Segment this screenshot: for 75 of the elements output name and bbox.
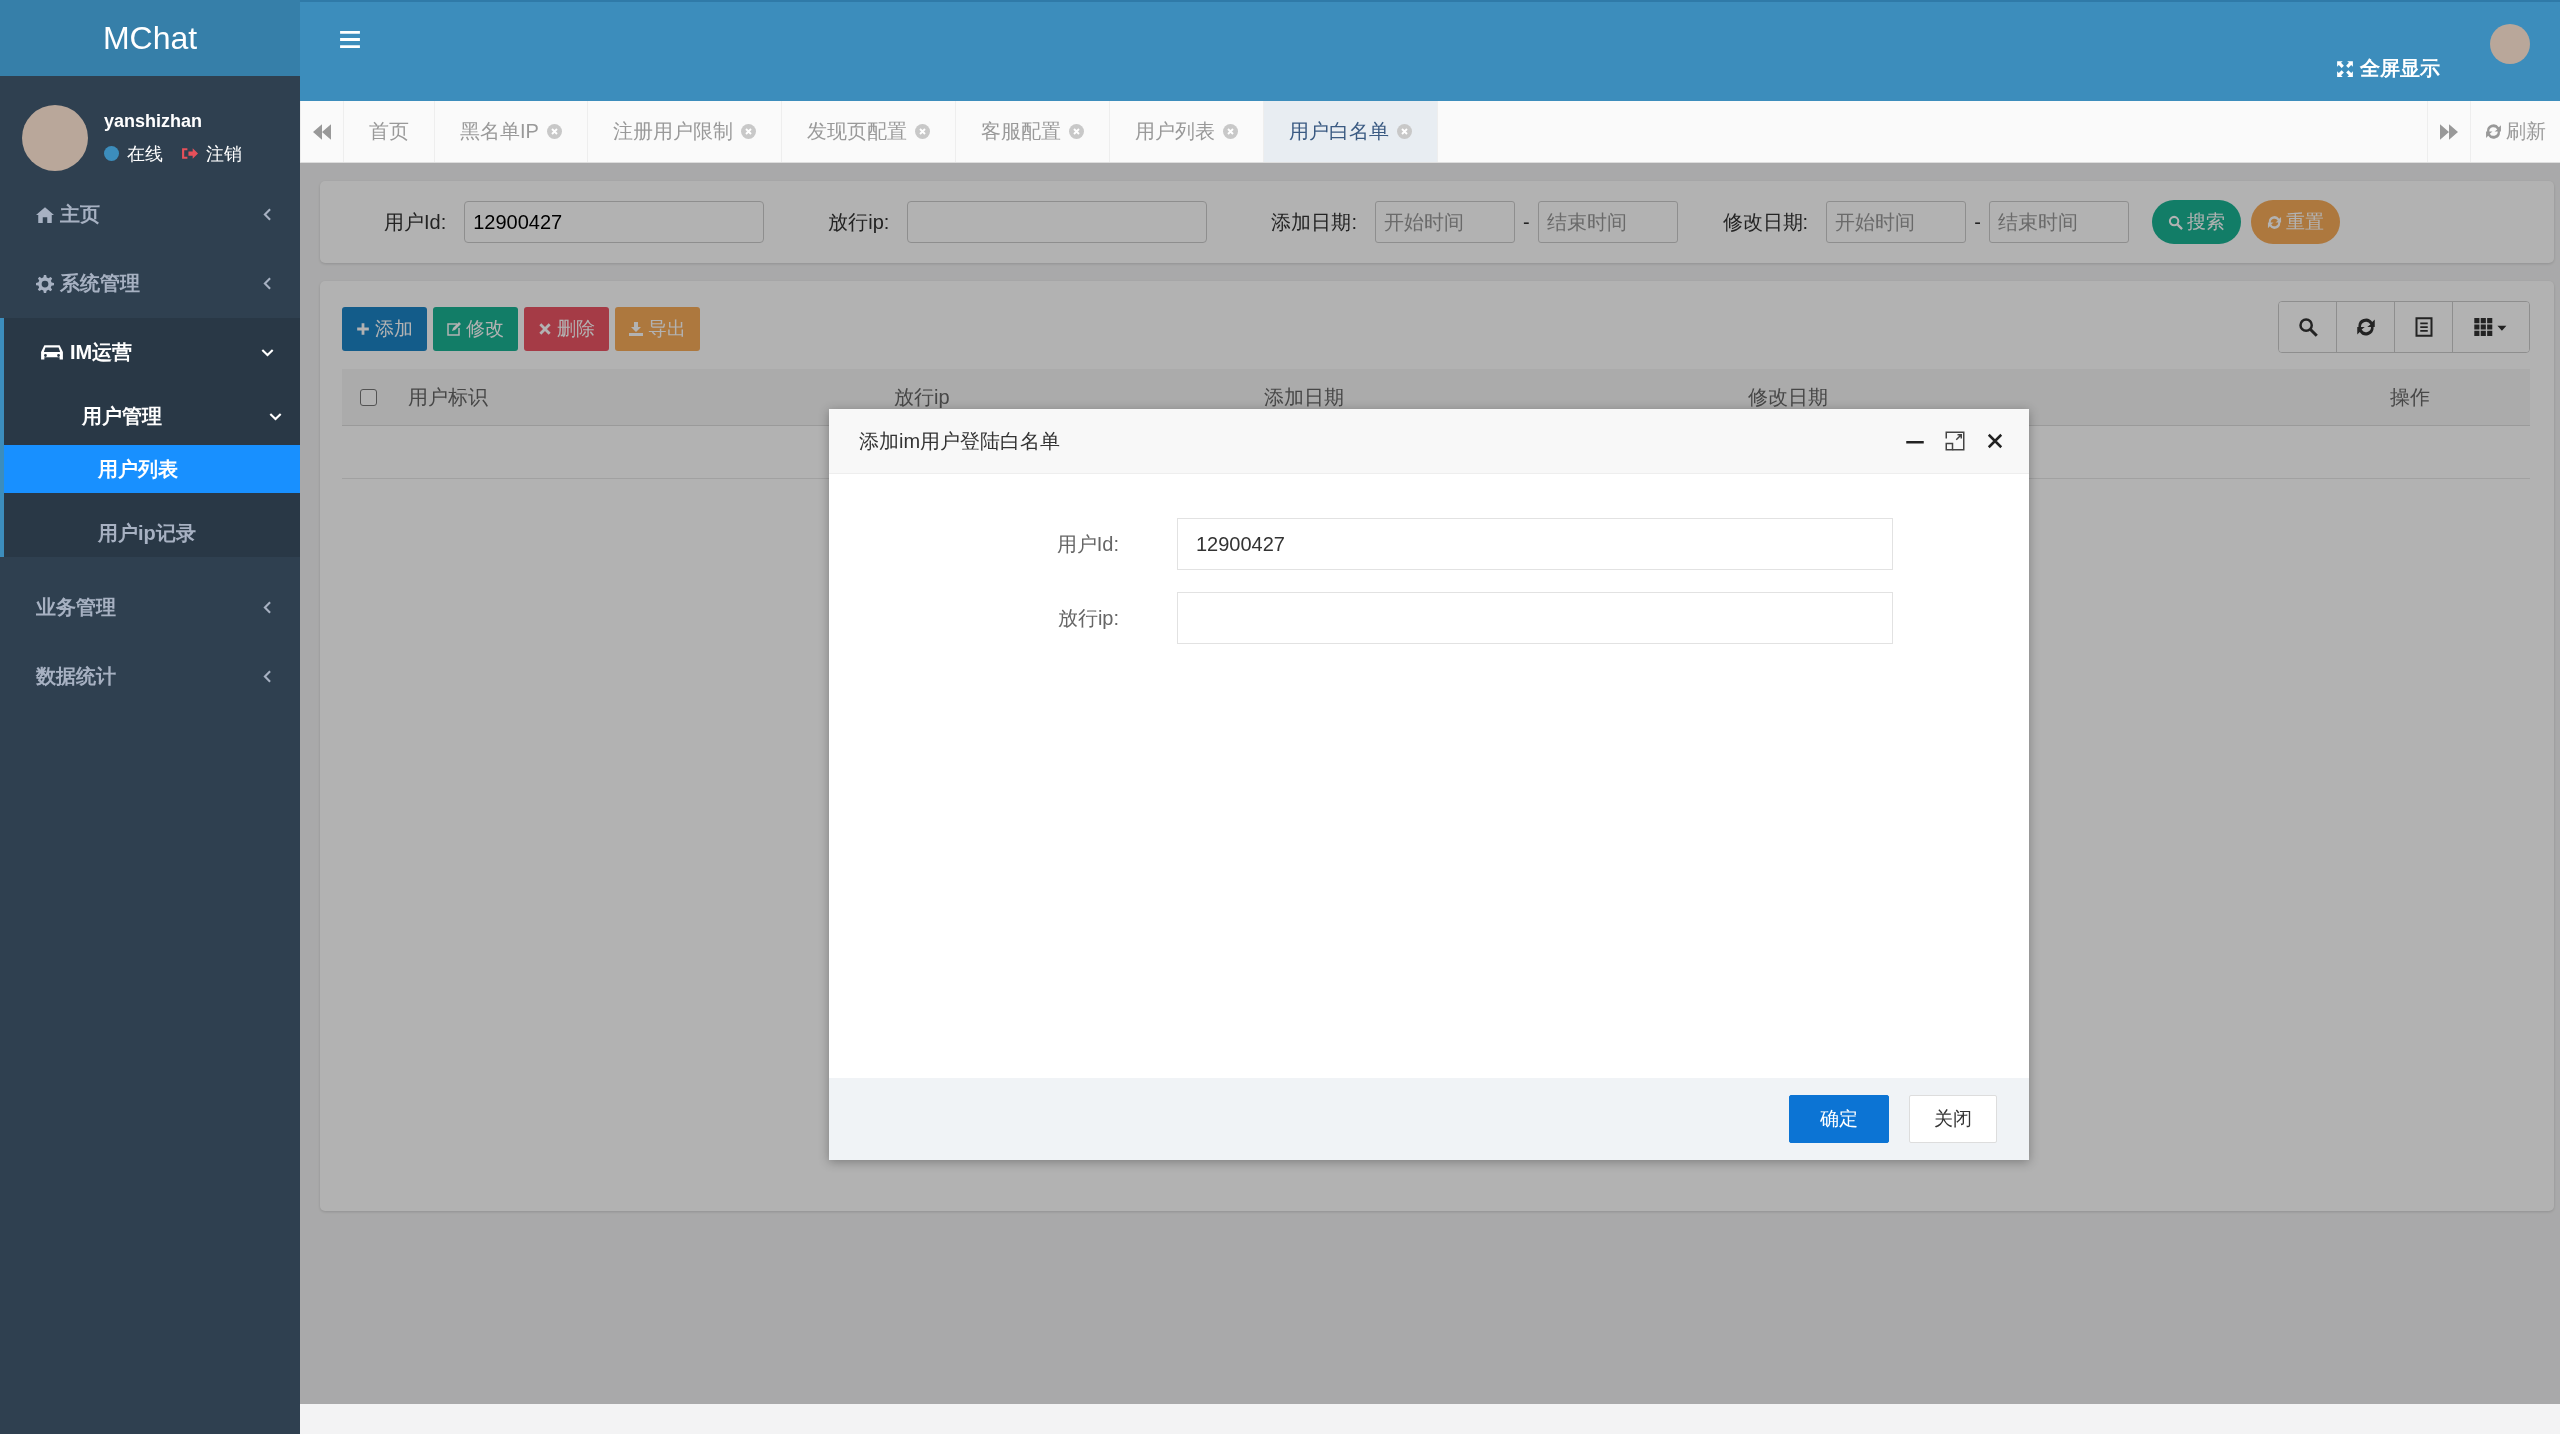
nav-item[interactable]: 业务管理	[0, 573, 300, 642]
field-label: 放行ip:	[828, 209, 890, 235]
grid-icon	[2474, 318, 2508, 336]
column-header: 添加日期	[1264, 384, 1345, 410]
search-icon	[2167, 214, 2183, 230]
field-label: 放行ip:	[1056, 605, 1120, 631]
list-icon	[2413, 317, 2434, 337]
field-label: 用户Id:	[1055, 531, 1120, 557]
tab[interactable]: 黑名单IP	[435, 101, 588, 162]
checkbox[interactable]	[360, 388, 377, 406]
cross-icon	[538, 322, 552, 336]
user-name: yanshizhan	[104, 110, 204, 132]
nav-item[interactable]: 用户列表	[4, 445, 300, 493]
tab[interactable]: 发现页配置	[781, 101, 956, 162]
car-icon	[40, 343, 64, 362]
refresh-icon	[2485, 123, 2502, 140]
tab[interactable]: 注册用户限制	[587, 101, 782, 162]
expand-icon	[2336, 59, 2354, 78]
nav-item[interactable]: 主页	[0, 180, 300, 249]
dialog-title: 添加im用户登陆白名单	[859, 428, 1062, 454]
tab[interactable]: 首页	[344, 101, 435, 162]
menu-icon[interactable]	[340, 31, 360, 48]
scroll-left-button[interactable]	[300, 101, 344, 162]
date-field[interactable]: 结束时间	[1537, 201, 1678, 243]
edit-button[interactable]: 修改	[433, 307, 518, 351]
add-button[interactable]: 添加	[342, 307, 427, 351]
refresh-icon	[2355, 317, 2376, 337]
nav-item[interactable]: 数据统计	[0, 642, 300, 711]
column-header: 用户标识	[408, 384, 489, 410]
maximize-icon[interactable]	[1945, 431, 1965, 451]
search-toggle-button[interactable]	[2279, 302, 2337, 352]
close-button[interactable]: 关闭	[1909, 1095, 1997, 1143]
date-field[interactable]: 开始时间	[1374, 201, 1515, 243]
date-field[interactable]: 结束时间	[1988, 201, 2129, 243]
app-logo: MChat	[0, 0, 300, 76]
input-field[interactable]	[1177, 592, 1893, 644]
field-label: 修改日期:	[1722, 209, 1809, 235]
gear-icon	[36, 274, 54, 293]
search-icon	[2297, 317, 2318, 337]
avatar[interactable]	[2490, 24, 2530, 64]
online-status: 在线	[127, 142, 163, 166]
scroll-right-button[interactable]	[2427, 101, 2471, 162]
nav-item[interactable]: 系统管理	[0, 249, 300, 318]
confirm-button[interactable]: 确定	[1789, 1095, 1889, 1143]
field-label: 添加日期:	[1271, 209, 1357, 235]
nav-item[interactable]: 用户管理	[4, 387, 300, 445]
range-separator: -	[1974, 210, 1981, 234]
close-icon[interactable]	[1985, 431, 2005, 451]
column-header: 放行ip	[894, 384, 951, 410]
field-label: 用户Id:	[384, 209, 447, 235]
tab[interactable]: 客服配置	[955, 101, 1110, 162]
logout-link[interactable]: 注销	[206, 141, 242, 166]
input-field[interactable]	[907, 201, 1208, 243]
column-header: 操作	[2390, 384, 2431, 410]
search-button[interactable]: 搜索	[2151, 200, 2241, 244]
delete-button[interactable]: 删除	[524, 307, 609, 351]
range-separator: -	[1522, 210, 1530, 234]
input-field[interactable]: 12900427	[1177, 518, 1893, 570]
refresh-icon	[2266, 214, 2282, 230]
date-field[interactable]: 开始时间	[1826, 201, 1967, 243]
nav-item[interactable]: 用户ip记录	[4, 509, 300, 557]
input-field[interactable]: 12900427	[464, 201, 765, 243]
double-right-arrow-icon	[2440, 123, 2458, 140]
online-status-icon	[104, 146, 119, 161]
column-header: 修改日期	[1748, 384, 1829, 410]
tab[interactable]: 用户列表	[1109, 101, 1264, 162]
nav-item[interactable]: IM运营	[4, 318, 300, 387]
edit-icon	[447, 322, 461, 336]
logout-icon	[181, 145, 198, 162]
fullscreen-button[interactable]: 全屏显示	[2336, 55, 2440, 82]
home-icon	[36, 205, 54, 224]
plus-icon	[356, 322, 370, 336]
tab[interactable]: 用户白名单	[1263, 101, 1438, 162]
download-icon	[629, 322, 643, 336]
double-left-arrow-icon	[313, 123, 331, 140]
